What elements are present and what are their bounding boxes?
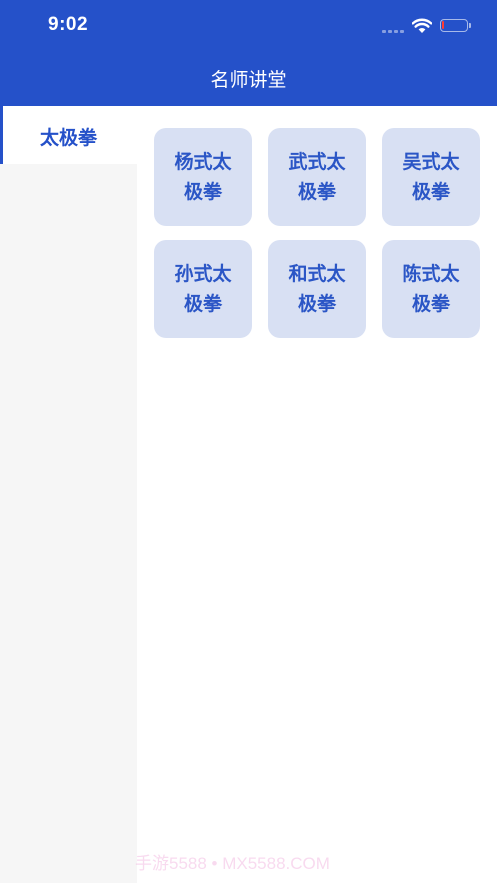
sidebar-item-label: 太极拳 — [39, 127, 97, 149]
style-grid: 杨式太极拳 武式太极拳 吴式太极拳 孙式太极拳 和式太极拳 陈式太极拳 — [154, 128, 480, 338]
tile-label: 和式太极拳 — [288, 263, 346, 315]
watermark: 手游5588 • MX5588.COM — [135, 854, 330, 873]
status-time: 9:02 — [48, 14, 89, 35]
cellular-signal-icon — [382, 30, 404, 33]
tile-yang-style[interactable]: 杨式太极拳 — [154, 128, 252, 226]
battery-icon — [440, 19, 471, 32]
status-bar: 9:02 — [0, 0, 497, 52]
tile-sun-style[interactable]: 孙式太极拳 — [154, 240, 252, 338]
tile-chen-style[interactable]: 陈式太极拳 — [382, 240, 480, 338]
tile-label: 吴式太极拳 — [402, 151, 460, 203]
tile-label: 武式太极拳 — [288, 151, 346, 203]
content-area: 杨式太极拳 武式太极拳 吴式太极拳 孙式太极拳 和式太极拳 陈式太极拳 — [137, 106, 497, 883]
tile-label: 孙式太极拳 — [174, 263, 232, 315]
wifi-icon — [412, 18, 432, 33]
sidebar-item-taijiquan[interactable]: 太极拳 — [0, 106, 137, 164]
tile-label: 杨式太极拳 — [174, 151, 232, 203]
battery-level-fill — [442, 21, 444, 29]
page-title: 名师讲堂 — [210, 69, 287, 91]
tile-wu-style[interactable]: 吴式太极拳 — [382, 128, 480, 226]
tile-label: 陈式太极拳 — [402, 263, 460, 315]
navigation-bar: 名师讲堂 — [0, 52, 497, 106]
category-sidebar: 太极拳 — [0, 106, 137, 883]
tile-he-style[interactable]: 和式太极拳 — [268, 240, 366, 338]
tile-wu-hao-style[interactable]: 武式太极拳 — [268, 128, 366, 226]
app-screen: 9:02 名师讲堂 太极拳 杨式太极拳 武式太极拳 吴式太极拳 孙式太极拳 和式… — [0, 0, 497, 883]
